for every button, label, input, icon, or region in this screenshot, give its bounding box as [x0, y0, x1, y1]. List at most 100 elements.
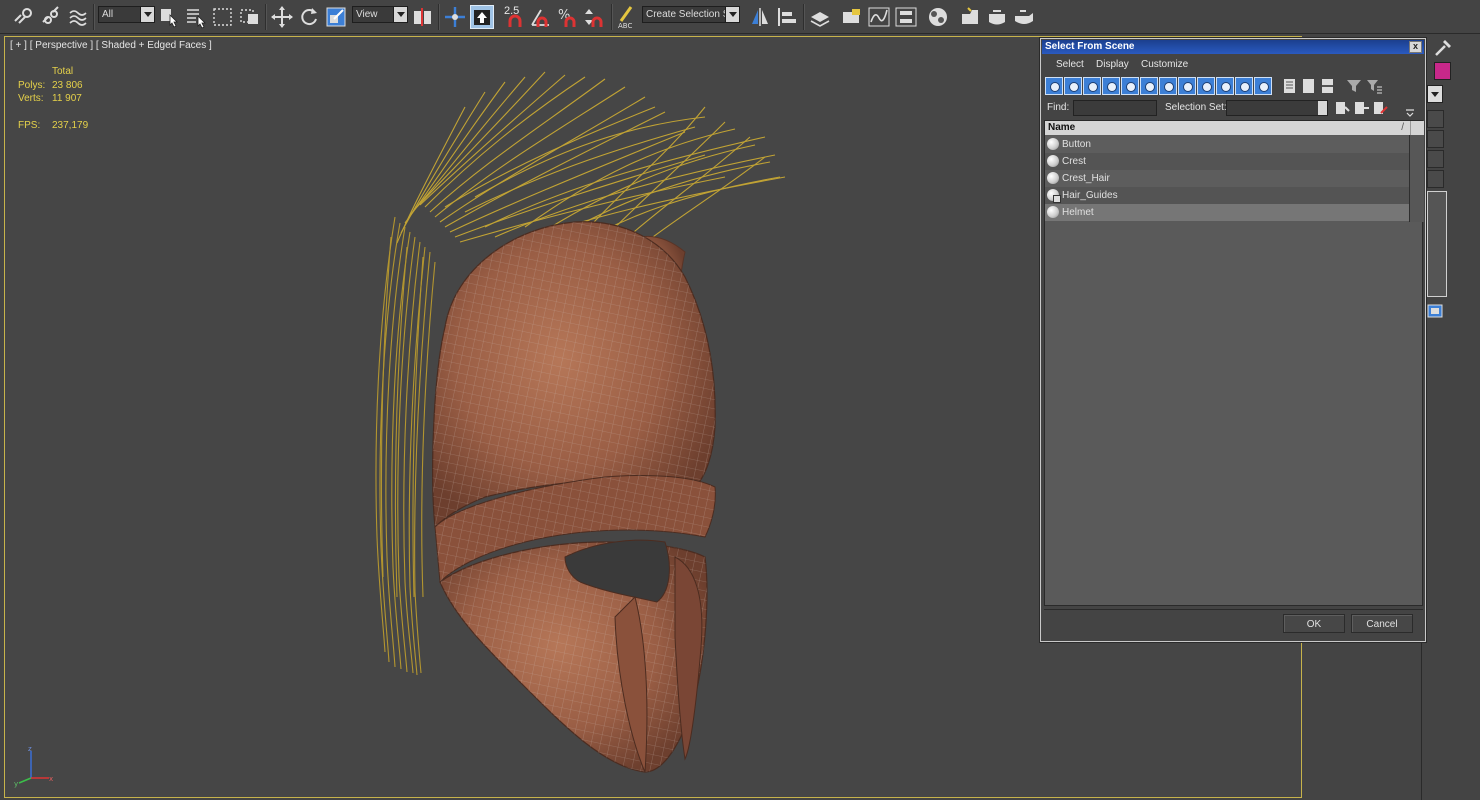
scene-object-list[interactable]: Name / Button Crest Crest_Hair Hair_Guid…: [1044, 120, 1424, 606]
hair-guides-icon: [1047, 189, 1061, 203]
select-and-link-icon[interactable]: [11, 5, 35, 29]
display-geometry-icon[interactable]: [1045, 77, 1063, 95]
schematic-view-icon[interactable]: [894, 5, 918, 29]
display-space-warps-icon[interactable]: [1140, 77, 1158, 95]
list-item[interactable]: Crest_Hair: [1045, 170, 1409, 187]
name-column-header[interactable]: Name /: [1045, 121, 1410, 135]
render-production-icon[interactable]: [1012, 5, 1036, 29]
panel-button[interactable]: [1427, 110, 1444, 128]
display-groups-icon[interactable]: [1159, 77, 1177, 95]
remove-selection-set-icon[interactable]: [1352, 99, 1370, 117]
select-and-manipulate-icon[interactable]: [443, 5, 467, 29]
rectangular-selection-icon[interactable]: [211, 5, 235, 29]
ok-button[interactable]: OK: [1283, 614, 1345, 633]
dialog-title-bar[interactable]: Select From Scene x: [1042, 40, 1424, 54]
list-item[interactable]: Hair_Guides: [1045, 187, 1409, 204]
dialog-footer: OK Cancel: [1044, 609, 1423, 640]
toolbar-separator: [265, 4, 267, 30]
select-invert-icon[interactable]: [1319, 77, 1337, 95]
snaps-toggle-icon[interactable]: [502, 5, 526, 29]
percent-snap-icon[interactable]: %: [556, 5, 580, 29]
sort-indicator-icon: /: [1401, 122, 1404, 133]
list-item-name: Crest_Hair: [1062, 173, 1110, 184]
selection-set-dropdown[interactable]: [1226, 100, 1328, 116]
configure-modifier-sets-icon[interactable]: [1427, 304, 1443, 318]
chevron-down-icon[interactable]: [1427, 85, 1443, 103]
selection-set-label: Selection Set:: [1165, 102, 1227, 113]
angle-snap-icon[interactable]: [529, 5, 553, 29]
expand-options-icon[interactable]: [1401, 101, 1419, 119]
list-item[interactable]: Crest: [1045, 153, 1409, 170]
modifier-stack-list[interactable]: [1427, 191, 1447, 297]
pivot-center-icon[interactable]: [411, 5, 435, 29]
list-item[interactable]: Button: [1045, 136, 1409, 153]
layer-manager-icon[interactable]: [808, 5, 832, 29]
edit-selection-set-icon[interactable]: [1371, 99, 1389, 117]
toggle-ribbon-icon[interactable]: [840, 5, 864, 29]
display-xrefs-icon[interactable]: [1178, 77, 1196, 95]
geometry-icon: [1047, 138, 1059, 150]
list-item-name: Helmet: [1062, 207, 1094, 218]
add-selection-set-icon[interactable]: [1333, 99, 1351, 117]
display-shapes-icon[interactable]: [1064, 77, 1082, 95]
chevron-down-icon: [1318, 101, 1327, 115]
find-row: Find: Selection Set:: [1045, 99, 1423, 119]
named-selection-sets-value: Create Selection Se: [646, 9, 735, 20]
filter-icon[interactable]: [1345, 77, 1363, 95]
select-all-icon[interactable]: [1281, 77, 1299, 95]
menu-select[interactable]: Select: [1056, 57, 1084, 73]
panel-button[interactable]: [1427, 130, 1444, 148]
selection-filter-dropdown[interactable]: All: [98, 6, 155, 23]
hammer-icon[interactable]: [1433, 38, 1453, 58]
display-containers-icon[interactable]: [1216, 77, 1234, 95]
spinner-snap-icon[interactable]: [583, 5, 607, 29]
list-item[interactable]: Helmet: [1045, 204, 1409, 221]
geometry-icon: [1047, 206, 1059, 218]
object-color-swatch[interactable]: [1434, 62, 1451, 80]
panel-button[interactable]: [1427, 150, 1444, 168]
axis-z-label: z: [28, 745, 32, 753]
select-by-name-icon[interactable]: [184, 5, 208, 29]
menu-display[interactable]: Display: [1096, 57, 1129, 73]
filter-options-icon[interactable]: [1365, 77, 1383, 95]
mirror-icon[interactable]: [749, 5, 773, 29]
curve-editor-icon[interactable]: [867, 5, 891, 29]
chevron-down-icon: [393, 7, 407, 22]
display-helpers-icon[interactable]: [1121, 77, 1139, 95]
menu-customize[interactable]: Customize: [1141, 57, 1188, 73]
panel-button[interactable]: [1427, 170, 1444, 188]
align-icon[interactable]: [776, 5, 800, 29]
named-selection-sets-dropdown[interactable]: Create Selection Se: [642, 6, 740, 23]
select-none-icon[interactable]: [1300, 77, 1318, 95]
unlink-selection-icon[interactable]: [39, 5, 63, 29]
display-hidden-icon[interactable]: [1254, 77, 1272, 95]
select-object-icon[interactable]: [157, 5, 181, 29]
render-setup-icon[interactable]: [958, 5, 982, 29]
bind-to-space-warp-icon[interactable]: [67, 5, 91, 29]
close-button[interactable]: x: [1409, 41, 1422, 53]
geometry-icon: [1047, 172, 1059, 184]
keyboard-shortcut-override-icon[interactable]: [470, 5, 494, 29]
selection-filter-value: All: [102, 9, 114, 20]
edit-named-selection-icon[interactable]: ABC: [615, 5, 639, 29]
scale-icon[interactable]: [324, 5, 348, 29]
move-icon[interactable]: [270, 5, 294, 29]
rotate-icon[interactable]: [297, 5, 321, 29]
axis-x-label: x: [49, 775, 53, 783]
rendered-frame-window-icon[interactable]: [985, 5, 1009, 29]
display-bones-icon[interactable]: [1197, 77, 1215, 95]
display-frozen-icon[interactable]: [1235, 77, 1253, 95]
axis-tripod-icon: z x y: [14, 745, 53, 788]
list-item-name: Hair_Guides: [1062, 190, 1118, 201]
reference-coordinate-value: View: [356, 9, 378, 20]
chevron-down-icon: [725, 7, 739, 22]
list-scrollbar[interactable]: [1409, 135, 1424, 222]
window-crossing-icon[interactable]: [238, 5, 262, 29]
reference-coordinate-dropdown[interactable]: View: [352, 6, 408, 23]
display-lights-icon[interactable]: [1083, 77, 1101, 95]
cancel-button[interactable]: Cancel: [1351, 614, 1413, 633]
material-editor-icon[interactable]: [926, 5, 950, 29]
find-input[interactable]: [1073, 100, 1157, 116]
display-cameras-icon[interactable]: [1102, 77, 1120, 95]
svg-text:%: %: [558, 8, 570, 23]
